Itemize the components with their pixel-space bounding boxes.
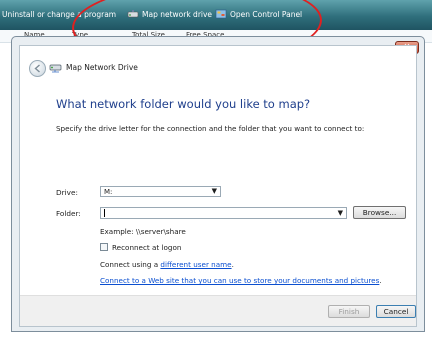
reconnect-checkbox[interactable] bbox=[100, 243, 108, 251]
connect-using-prefix: Connect using a bbox=[100, 260, 161, 269]
back-arrow-icon bbox=[34, 64, 40, 73]
connect-using-text: Connect using a different user name. bbox=[100, 260, 234, 269]
map-drive-icon bbox=[127, 10, 139, 18]
instruction-text: Specify the drive letter for the connect… bbox=[56, 124, 365, 133]
example-text: Example: \\server\share bbox=[100, 227, 186, 236]
dialog-heading: What network folder would you like to ma… bbox=[56, 97, 311, 111]
web-site-link-line: Connect to a Web site that you can use t… bbox=[100, 276, 382, 285]
uninstall-program-button[interactable]: Uninstall or change a program bbox=[2, 10, 116, 20]
control-panel-icon bbox=[215, 9, 227, 19]
explorer-toolbar: Uninstall or change a program Map networ… bbox=[0, 0, 432, 30]
folder-input[interactable]: ▼ bbox=[100, 207, 347, 219]
drive-select[interactable]: M: ▼ bbox=[100, 186, 221, 197]
dialog-content: Map Network Drive What network folder wo… bbox=[19, 45, 417, 327]
reconnect-label[interactable]: Reconnect at logon bbox=[112, 243, 181, 252]
finish-button[interactable]: Finish bbox=[328, 305, 370, 318]
network-drive-icon bbox=[49, 64, 62, 73]
cancel-button[interactable]: Cancel bbox=[376, 305, 416, 318]
dropdown-arrow-icon: ▼ bbox=[211, 187, 217, 195]
map-network-drive-dialog: ✕ Map Network Drive What network folder … bbox=[11, 36, 425, 332]
folder-label: Folder: bbox=[56, 209, 81, 218]
text-caret bbox=[104, 209, 105, 217]
dialog-button-bar: Finish Cancel bbox=[20, 295, 416, 326]
drive-label: Drive: bbox=[56, 188, 78, 197]
map-network-drive-button[interactable]: Map network drive bbox=[142, 10, 212, 20]
open-control-panel-button[interactable]: Open Control Panel bbox=[230, 10, 302, 20]
browse-button[interactable]: Browse... bbox=[353, 206, 406, 219]
connect-using-suffix: . bbox=[231, 260, 234, 269]
dropdown-arrow-icon: ▼ bbox=[337, 209, 343, 217]
dialog-title: Map Network Drive bbox=[66, 63, 138, 72]
web-site-link-suffix: . bbox=[379, 276, 382, 285]
web-site-link[interactable]: Connect to a Web site that you can use t… bbox=[100, 276, 379, 285]
drive-value: M: bbox=[104, 188, 113, 196]
different-user-link[interactable]: different user name bbox=[160, 260, 231, 269]
back-button[interactable] bbox=[29, 60, 46, 77]
